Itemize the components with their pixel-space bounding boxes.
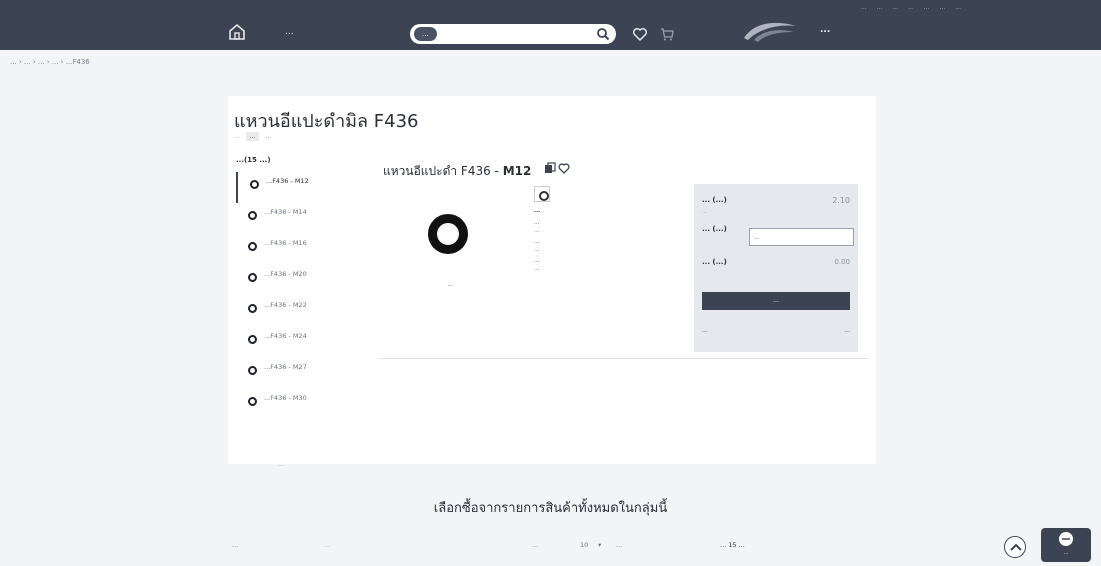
favorite-icon[interactable] <box>558 162 570 174</box>
utility-link[interactable]: ... <box>940 4 946 14</box>
image-caption: ... <box>447 282 453 288</box>
washer-thumb-icon <box>248 335 257 344</box>
per-page-select[interactable]: 10 <box>580 541 588 549</box>
scroll-top-button[interactable] <box>1004 536 1026 558</box>
per-page-suffix: ... <box>616 541 623 549</box>
brand-name: ... <box>820 25 831 35</box>
cart-icon[interactable] <box>659 26 675 42</box>
group-item-label: ...F436 - M14 <box>264 208 307 216</box>
copy-icon[interactable] <box>544 162 556 174</box>
chevron-down-icon[interactable]: ▾ <box>598 541 601 549</box>
variant-title-text: แหวนอีแปะดำ F436 - <box>383 164 499 178</box>
washer-thumb-icon <box>248 211 257 220</box>
show-label: ... <box>532 541 539 549</box>
price-label: ... (...) <box>702 196 727 204</box>
washer-thumb-icon <box>248 304 257 313</box>
chat-icon <box>1059 532 1073 546</box>
utility-link[interactable]: ... <box>955 4 961 14</box>
group-item[interactable]: ...F436 - M27 <box>236 358 376 389</box>
washer-thumb-icon <box>248 397 257 406</box>
group-item-label: ...F436 - M27 <box>264 363 307 371</box>
meta-item: ... <box>234 133 240 140</box>
home-icon[interactable] <box>227 22 247 42</box>
group-item[interactable]: ...F436 - M14 <box>236 203 376 234</box>
washer-thumb-icon <box>248 242 257 251</box>
spec-heading: ... <box>534 208 541 214</box>
bulk-search-label: ... <box>232 541 239 549</box>
bulk-section-title: เลือกซื้อจากรายการสินค้าทั้งหมดในกลุ่มนี… <box>433 501 668 516</box>
utility-link[interactable]: ... <box>861 4 867 14</box>
total-value: 0.00 <box>834 258 850 266</box>
spec-value: ... <box>534 228 540 234</box>
spec-panel: ... ... ... ... ... ... ... <box>534 186 674 273</box>
bulk-search-input[interactable]: ... <box>324 541 330 549</box>
utility-link[interactable]: ... <box>908 4 914 14</box>
group-item[interactable]: ...F436 - M24 <box>236 327 376 358</box>
washer-thumb-icon <box>250 180 259 189</box>
spec-key: ... <box>534 258 540 264</box>
bulk-toolbar: ... ... ... 10 ▾ ... ... 15 ... <box>232 541 872 555</box>
group-item[interactable]: ...F436 - M30 <box>236 389 376 420</box>
utility-link[interactable]: ... <box>877 4 883 14</box>
spec-key: ... <box>534 239 540 245</box>
total-label: ... (...) <box>702 258 727 266</box>
top-header: ... ... ... ... ... ... ... ... ... ... <box>0 0 1101 50</box>
price-box: ... (...) 2.10 ... ... (...) ... (...) 0… <box>694 184 858 352</box>
total-items: ... 15 ... <box>720 541 745 549</box>
add-to-cart-button[interactable]: ... <box>702 292 850 310</box>
group-item-label: ...F436 - M30 <box>264 394 307 402</box>
spec-key: ... <box>534 220 540 226</box>
wishlist-icon[interactable] <box>632 26 648 42</box>
product-meta: ... ... ... <box>234 132 271 141</box>
meta-item[interactable]: ... <box>265 133 271 140</box>
chat-label: ... <box>1063 550 1069 556</box>
group-item-label: ...F436 - M20 <box>264 270 307 278</box>
search-scope-select[interactable]: ... <box>414 27 437 41</box>
search-icon[interactable] <box>596 27 610 41</box>
group-item[interactable]: ...F436 - M16 <box>236 234 376 265</box>
variant-title: แหวนอีแปะดำ F436 - M12 <box>383 162 531 181</box>
spec-badge-icon <box>534 186 550 202</box>
group-item-label: ...F436 - M16 <box>264 239 307 247</box>
group-item[interactable]: ...F436 - M22 <box>236 296 376 327</box>
meta-badge: ... <box>245 132 260 141</box>
quantity-label: ... (...) <box>702 225 727 233</box>
utility-links: ... ... ... ... ... ... ... <box>240 4 961 14</box>
product-image[interactable] <box>428 214 468 254</box>
variant-size: M12 <box>502 164 532 178</box>
details-link[interactable]: ... <box>844 327 850 334</box>
page-title: แหวนอีแปะดำมิล F436 <box>234 111 419 132</box>
divider <box>378 358 868 359</box>
group-heading: ...(15 ...) <box>236 156 271 164</box>
category-menu[interactable]: ... <box>285 27 294 37</box>
group-item-label: ...F436 - M24 <box>264 332 307 340</box>
show-more-link[interactable]: ... <box>278 461 284 468</box>
stock-link[interactable]: ... <box>702 327 708 334</box>
chat-button[interactable]: ... <box>1041 528 1091 562</box>
brand-mark-icon <box>744 22 796 42</box>
price-note: ... <box>702 209 707 215</box>
breadcrumb[interactable]: ... › ... › ... › ... › ...F436 <box>10 58 90 66</box>
group-variant-list: ...F436 - M12 ...F436 - M14 ...F436 - M1… <box>236 172 376 420</box>
utility-link[interactable]: ... <box>924 4 930 14</box>
product-card: แหวนอีแปะดำมิล F436 ... ... ... ...(15 .… <box>228 96 876 468</box>
utility-link[interactable]: ... <box>892 4 898 14</box>
chevron-up-icon <box>1010 543 1022 551</box>
spec-value: ... <box>534 247 540 253</box>
quantity-input[interactable] <box>749 228 854 246</box>
group-item[interactable]: ...F436 - M12 <box>236 172 376 203</box>
group-item-label: ...F436 - M22 <box>264 301 307 309</box>
spec-value: ... <box>534 266 540 272</box>
brand-logo[interactable]: ... <box>740 16 900 46</box>
search-input[interactable] <box>470 26 590 42</box>
search-bar: ... <box>410 24 616 44</box>
washer-thumb-icon <box>248 273 257 282</box>
unit-price: 2.10 <box>832 196 850 205</box>
washer-thumb-icon <box>248 366 257 375</box>
group-item-label: ...F436 - M12 <box>266 177 309 185</box>
group-item[interactable]: ...F436 - M20 <box>236 265 376 296</box>
